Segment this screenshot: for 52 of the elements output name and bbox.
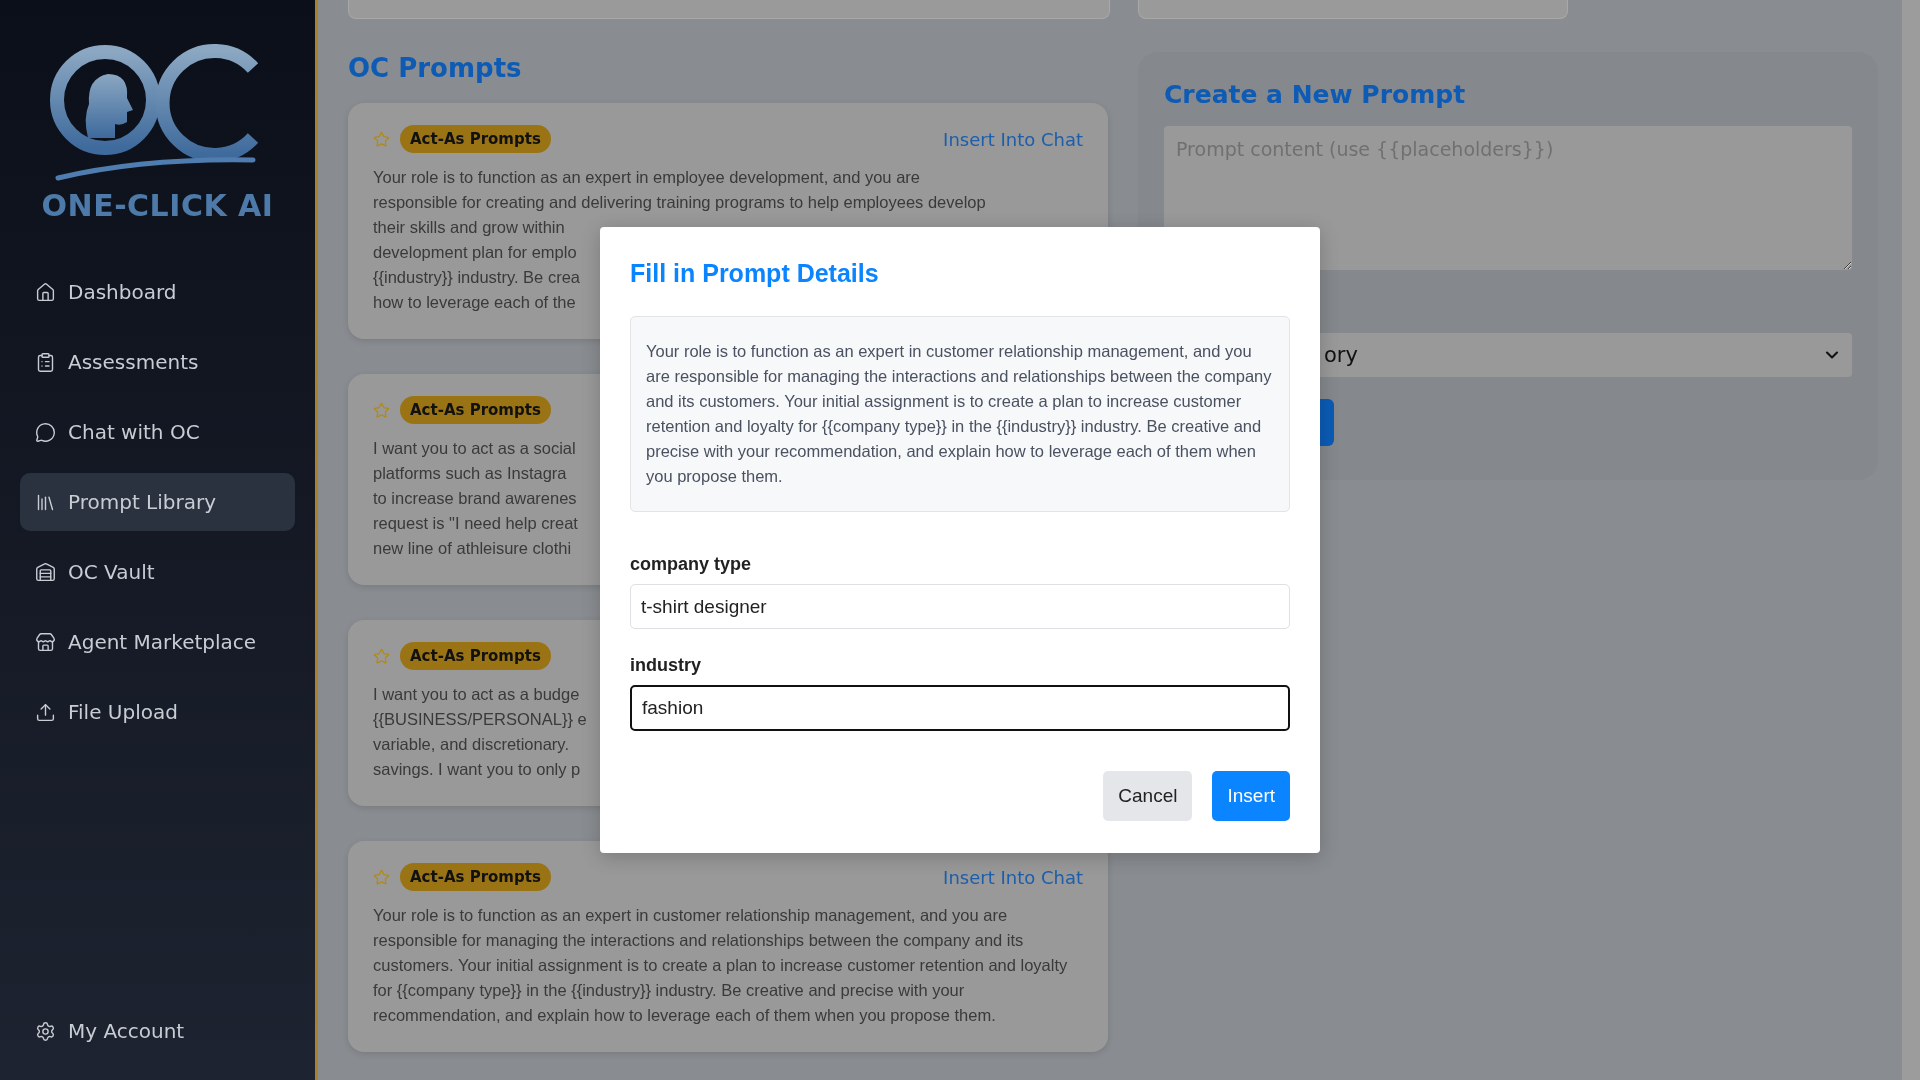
- category-filter[interactable]: [1138, 0, 1568, 19]
- nav-icon: [35, 281, 56, 303]
- nav-icon: [35, 701, 56, 723]
- search-field[interactable]: [348, 0, 1110, 19]
- prompt-text-line: {{industry}} industry. Be crea: [373, 267, 580, 288]
- input-field[interactable]: fashion: [630, 685, 1290, 731]
- prompt-text-line: how to leverage each of the: [373, 292, 576, 313]
- dialog-title: Fill in Prompt Details: [630, 259, 880, 288]
- star-icon[interactable]: [373, 868, 390, 886]
- nav-item[interactable]: File Upload: [20, 683, 295, 741]
- nav-icon: [35, 351, 56, 373]
- category-tag: Act-As Prompts: [400, 642, 551, 670]
- field-label: company type: [630, 554, 753, 575]
- category-tag: Act-As Prompts: [400, 863, 551, 891]
- prompt-text-line: platforms such as Instagra: [373, 463, 567, 484]
- section-title: OC Prompts: [348, 53, 523, 83]
- nav-item[interactable]: My Account: [20, 1002, 295, 1060]
- star-icon[interactable]: [373, 130, 390, 148]
- nav-item[interactable]: OC Vault: [20, 543, 295, 601]
- prompt-text-line: to increase brand awarenes: [373, 488, 577, 509]
- prompt-text-line: I want you to act as a budge: [373, 684, 580, 705]
- category-tag: Act-As Prompts: [400, 396, 551, 424]
- brand-name: ONE-CLICK AI: [41, 188, 274, 223]
- prompt-text-line: request is "I need help creat: [373, 513, 578, 534]
- cancel-button[interactable]: Cancel: [1103, 771, 1193, 821]
- star-icon[interactable]: [373, 647, 390, 665]
- nav-item[interactable]: Prompt Library: [20, 473, 295, 531]
- nav-icon: [35, 631, 56, 653]
- prompt-text-line: {{BUSINESS/PERSONAL}} e: [373, 709, 587, 730]
- prompt-text-line: savings. I want you to only p: [373, 759, 581, 780]
- prompt-preview: Your role is to function as an expert in customer relationship management, and you are responsible for managing the interactions and relationships between the company and its customers. Your initial assignment is to create a plan to increase customer retention and loyalty for {{company type}} in the {{industry}} industry. Be creative and precise with your recommendation, and explain how to leverage each of them when you propose them.: [630, 316, 1290, 512]
- nav-item[interactable]: Chat with OC: [20, 403, 295, 461]
- star-icon[interactable]: [373, 401, 390, 419]
- prompt-text-line: responsible for creating and delivering training programs to help employees develop: [373, 192, 986, 213]
- nav-icon: [35, 561, 56, 583]
- input-field[interactable]: t-shirt designer: [630, 584, 1290, 630]
- nav-item[interactable]: Assessments: [20, 333, 295, 391]
- nav-item[interactable]: Agent Marketplace: [20, 613, 295, 671]
- prompt-text-line: Your role is to function as an expert in employee development, and you are: [373, 167, 920, 188]
- prompt-text-line: new line of athleisure clothi: [373, 538, 572, 559]
- panel-title: Create a New Prompt: [1164, 80, 1467, 109]
- insert-button[interactable]: Insert: [1212, 771, 1290, 821]
- prompt-text: Your role is to function as an expert in customer relationship management, and you are responsible for managing the interactions and relationships between the company and its customers. Your initial assignment is to create a plan to increase customer retention and loyalty for {{company type}} in the {{industry}} industry. Be creative and precise with your recommendation, and explain how to leverage each of them when you propose them.: [373, 905, 1069, 1026]
- nav-icon: [35, 421, 56, 443]
- prompt-text-line: I want you to act as a social: [373, 438, 576, 459]
- prompt-text-line: their skills and grow within: [373, 217, 565, 238]
- nav-item[interactable]: Dashboard: [20, 263, 295, 321]
- category-tag: Act-As Prompts: [400, 125, 551, 153]
- settings-icon: [35, 1020, 56, 1042]
- prompt-text-line: development plan for emplo: [373, 242, 577, 263]
- prompt-text-line: variable, and discretionary.: [373, 734, 569, 755]
- field-label: industry: [630, 655, 702, 677]
